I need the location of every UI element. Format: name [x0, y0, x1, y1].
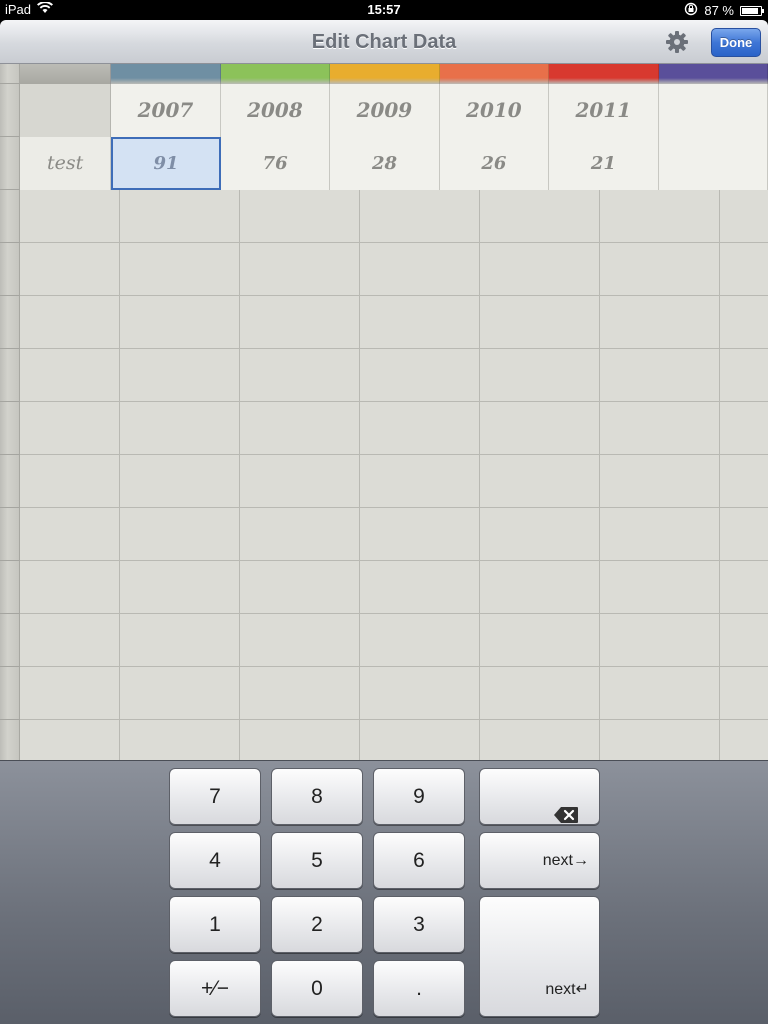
column-header[interactable]: 2007	[111, 84, 221, 137]
done-button[interactable]: Done	[711, 28, 761, 57]
margin-row-line	[0, 295, 20, 296]
row-label[interactable]: test	[20, 137, 112, 190]
data-cell[interactable]: 76	[220, 137, 331, 190]
column-header[interactable]: 2011	[549, 84, 659, 137]
rotation-lock-icon	[684, 2, 698, 19]
key-6[interactable]: 6	[373, 832, 465, 889]
grid-row-line	[20, 454, 768, 455]
grid-column-line	[359, 190, 360, 760]
series-color-strip	[20, 64, 768, 84]
grid-column-line	[599, 190, 600, 760]
navigation-bar: Edit Chart Data Done	[0, 20, 768, 64]
key-9[interactable]: 9	[373, 768, 465, 825]
status-bar: iPad 15:57 87 %	[0, 0, 768, 20]
margin-row-line	[0, 507, 20, 508]
corner-cell	[20, 84, 112, 137]
margin-row-line	[0, 242, 20, 243]
margin-row-line	[0, 348, 20, 349]
decimal-key[interactable]: .	[373, 960, 465, 1017]
series-color-swatch[interactable]	[111, 64, 221, 84]
margin-row-line	[0, 613, 20, 614]
clock: 15:57	[367, 2, 401, 17]
margin-row-line	[0, 401, 20, 402]
row-margin	[0, 64, 20, 760]
grid-row-line	[20, 719, 768, 720]
margin-row-line	[0, 189, 20, 190]
series-color-swatch[interactable]	[330, 64, 440, 84]
battery-percent: 87 %	[704, 3, 734, 18]
data-cell-selected[interactable]: 91	[111, 137, 221, 190]
key-4[interactable]: 4	[169, 832, 261, 889]
key-7[interactable]: 7	[169, 768, 261, 825]
next-return-key[interactable]: next↵	[479, 896, 600, 1017]
battery-icon	[740, 5, 764, 16]
data-cell[interactable]: 21	[549, 137, 659, 190]
data-cell[interactable]	[658, 137, 768, 190]
series-color-swatch[interactable]	[549, 64, 659, 84]
data-cell[interactable]: 28	[330, 137, 440, 190]
margin-row-line	[0, 560, 20, 561]
empty-cells-area[interactable]	[20, 190, 768, 760]
key-5[interactable]: 5	[271, 832, 363, 889]
series-color-swatch[interactable]	[220, 64, 331, 84]
numeric-keypad: 7 8 9 4 5 6 next→ 1 2 3 next↵ +⁄− 0 .	[0, 760, 768, 1024]
grid-column-line	[239, 190, 240, 760]
grid-row-line	[20, 507, 768, 508]
key-2[interactable]: 2	[271, 896, 363, 953]
chart-data-grid: 2007 2008 2009 2010 2011 test 91 76 28 2…	[0, 64, 768, 760]
grid-row-line	[20, 295, 768, 296]
key-3[interactable]: 3	[373, 896, 465, 953]
margin-row-line	[0, 719, 20, 720]
column-header-partial[interactable]	[658, 84, 768, 137]
column-header[interactable]: 2009	[330, 84, 440, 137]
grid-row-line	[20, 560, 768, 561]
grid-row-line	[20, 242, 768, 243]
next-right-key[interactable]: next→	[479, 832, 600, 889]
margin-row-line	[0, 666, 20, 667]
grid-row-line	[20, 613, 768, 614]
grid-column-line	[119, 190, 120, 760]
margin-row-line	[0, 136, 20, 137]
key-1[interactable]: 1	[169, 896, 261, 953]
key-8[interactable]: 8	[271, 768, 363, 825]
margin-row-line	[0, 454, 20, 455]
table-row: test 91 76 28 26 21	[20, 137, 768, 190]
settings-button[interactable]	[664, 29, 692, 55]
grid-column-line	[719, 190, 720, 760]
column-header[interactable]: 2008	[220, 84, 331, 137]
column-header[interactable]: 2010	[439, 84, 550, 137]
header-row: 2007 2008 2009 2010 2011	[20, 84, 768, 137]
backspace-key[interactable]	[479, 768, 600, 825]
grid-row-line	[20, 401, 768, 402]
series-color-swatch[interactable]	[658, 64, 768, 84]
corner-strip	[20, 64, 112, 84]
gear-icon	[664, 31, 690, 59]
data-cell[interactable]: 26	[439, 137, 550, 190]
grid-row-line	[20, 348, 768, 349]
page-title: Edit Chart Data	[311, 31, 457, 53]
margin-row-line	[0, 83, 20, 84]
grid-column-line	[479, 190, 480, 760]
series-color-swatch[interactable]	[439, 64, 550, 84]
key-0[interactable]: 0	[271, 960, 363, 1017]
plus-minus-key[interactable]: +⁄−	[169, 960, 261, 1017]
grid-row-line	[20, 666, 768, 667]
